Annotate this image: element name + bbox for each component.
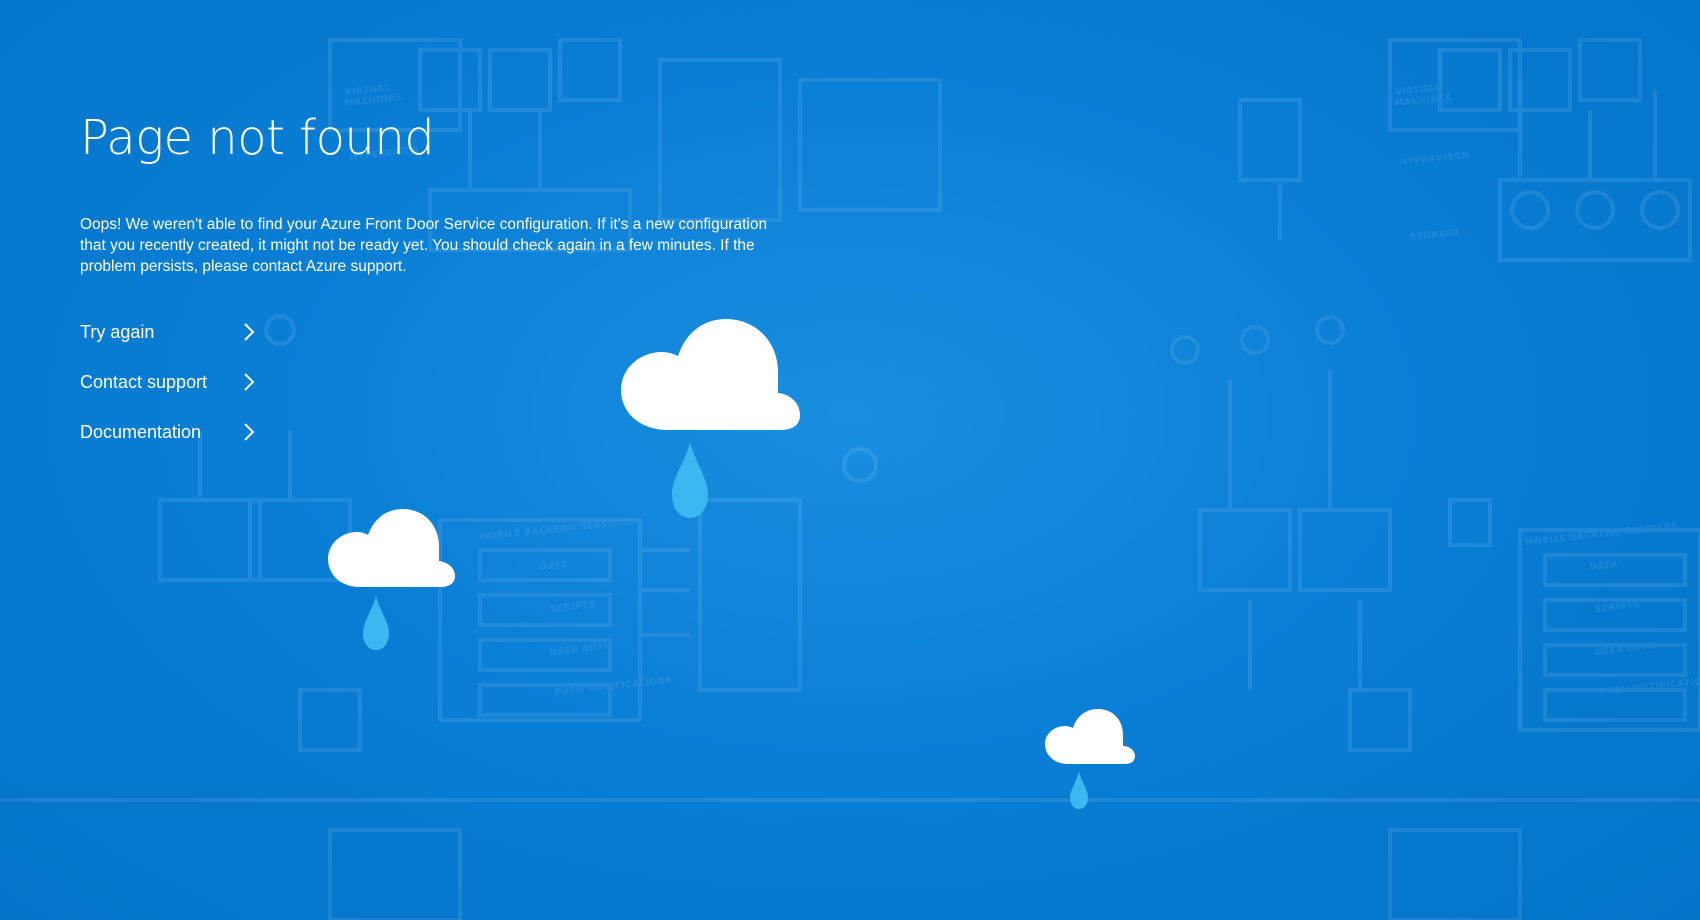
contact-support-label: Contact support [80, 371, 208, 392]
chevron-right-icon [244, 323, 255, 341]
documentation-label: Documentation [80, 421, 202, 442]
error-content: Page not found Oops! We weren't able to … [80, 108, 800, 457]
svg-text:SCRIPTS: SCRIPTS [1594, 600, 1641, 615]
error-message: Oops! We weren't able to find your Azure… [80, 216, 768, 275]
svg-text:HYPERVISOR: HYPERVISOR [1399, 151, 1470, 168]
try-again-label: Try again [80, 321, 155, 342]
documentation-link[interactable]: Documentation [80, 407, 256, 457]
chevron-right-icon [244, 373, 255, 391]
small-cloud-icon [1045, 709, 1135, 809]
page-title: Page not found [80, 110, 435, 166]
medium-cloud-icon [328, 509, 455, 650]
svg-text:STORAGE: STORAGE [1409, 228, 1461, 243]
svg-text:SCRIPTS: SCRIPTS [549, 600, 596, 615]
svg-text:USER AUTH: USER AUTH [549, 642, 612, 658]
svg-text:MOBILE BACKEND SERVICES: MOBILE BACKEND SERVICES [1524, 522, 1678, 548]
svg-text:PUSH NOTIFICATIONS: PUSH NOTIFICATIONS [554, 676, 673, 698]
help-links: Try again Contact support Documentation [80, 307, 800, 457]
svg-text:DATA: DATA [1589, 560, 1618, 573]
contact-support-link[interactable]: Contact support [80, 357, 256, 407]
svg-text:DATA: DATA [539, 560, 568, 573]
chevron-right-icon [244, 423, 255, 441]
try-again-link[interactable]: Try again [80, 307, 256, 357]
